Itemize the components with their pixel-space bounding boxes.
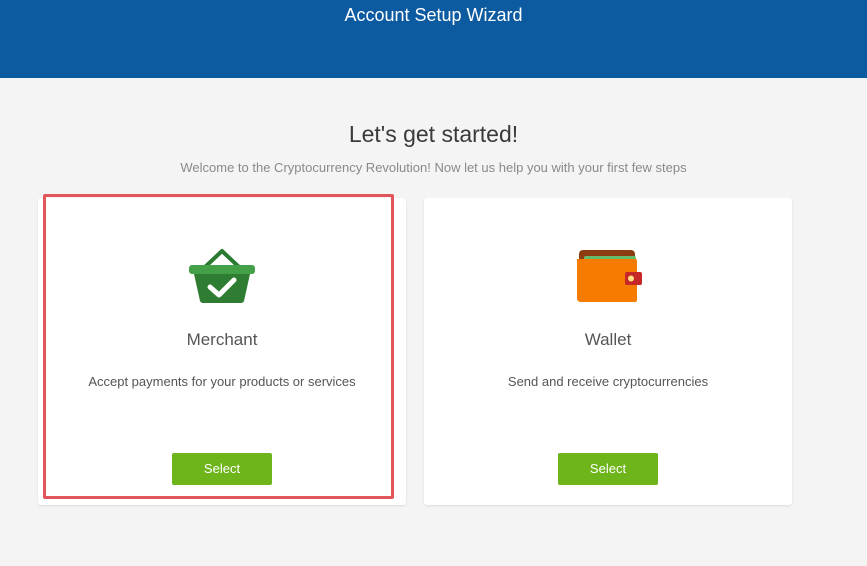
wizard-title: Account Setup Wizard bbox=[344, 5, 523, 25]
merchant-option-card[interactable]: Merchant Accept payments for your produc… bbox=[38, 198, 406, 505]
merchant-select-button[interactable]: Select bbox=[172, 453, 272, 485]
wallet-select-button[interactable]: Select bbox=[558, 453, 658, 485]
merchant-option-title: Merchant bbox=[186, 330, 258, 349]
wallet-option-description: Send and receive cryptocurrencies bbox=[507, 374, 709, 389]
page-subtitle: Welcome to the Cryptocurrency Revolution… bbox=[180, 160, 687, 175]
wallet-option-card[interactable]: Wallet Send and receive cryptocurrencies… bbox=[424, 198, 792, 505]
wallet-icon bbox=[577, 250, 642, 302]
basket-check-icon bbox=[189, 249, 255, 303]
merchant-option-description: Accept payments for your products or ser… bbox=[88, 374, 356, 389]
wallet-option-title: Wallet bbox=[584, 330, 632, 349]
page-title: Let's get started! bbox=[348, 121, 519, 147]
header-bar: Account Setup Wizard bbox=[0, 0, 867, 78]
